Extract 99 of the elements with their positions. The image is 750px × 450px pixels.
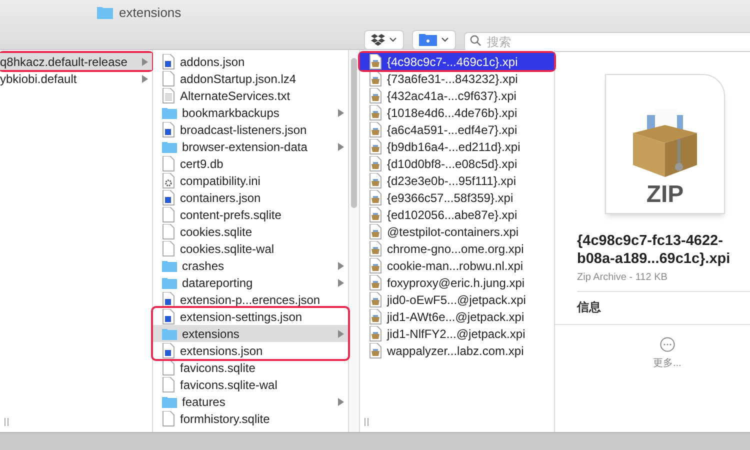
file-row[interactable]: cookies.sqlite-wal <box>153 240 348 257</box>
resize-handle-icon <box>4 418 9 426</box>
file-icon <box>162 206 175 222</box>
package-file-icon <box>369 156 382 172</box>
file-row[interactable]: bookmarkbackups <box>153 104 348 121</box>
file-row[interactable]: compatibility.ini <box>153 172 348 189</box>
file-row[interactable]: {1018e4d6...4de76b}.xpi <box>360 104 554 121</box>
more-icon[interactable] <box>660 337 675 352</box>
file-row[interactable]: broadcast-listeners.json <box>153 121 348 138</box>
package-file-icon <box>369 308 382 324</box>
file-row[interactable]: {4c98c9c7-...469c1c}.xpi <box>360 53 554 70</box>
package-file-icon <box>369 104 382 120</box>
folder-icon <box>162 106 177 118</box>
file-row[interactable]: {73a6fe31-...843232}.xpi <box>360 70 554 87</box>
gear-file-icon <box>162 172 175 188</box>
file-row[interactable]: q8hkacz.default-release <box>0 53 152 70</box>
file-row[interactable]: jid1-NlfFY2...@jetpack.xpi <box>360 325 554 342</box>
package-file-icon <box>369 274 382 290</box>
file-name: {4c98c9c7-fc13-4622-b08a-a189...69c1c}.xpi <box>577 232 732 268</box>
file-icon <box>162 70 175 86</box>
file-row[interactable]: jid0-oEwF5...@jetpack.xpi <box>360 291 554 308</box>
file-icon <box>162 156 175 172</box>
file-info: Zip Archive - 112 KB <box>577 271 668 285</box>
folder-icon <box>162 260 177 272</box>
text-file-icon <box>162 88 175 104</box>
file-icon <box>162 224 175 240</box>
file-row[interactable]: datareporting <box>153 274 348 291</box>
file-row[interactable]: favicons.sqlite <box>153 359 348 376</box>
package-file-icon <box>369 172 382 188</box>
folder-icon <box>162 140 177 152</box>
package-file-icon <box>369 54 382 70</box>
window-title: extensions <box>119 4 182 22</box>
file-row[interactable]: extensions.json <box>153 342 348 359</box>
file-row[interactable]: @testpilot-containers.xpi <box>360 223 554 240</box>
file-row[interactable]: cookies.sqlite <box>153 223 348 240</box>
file-row[interactable]: containers.json <box>153 189 348 206</box>
folder-icon <box>162 328 177 340</box>
file-row[interactable]: {a6c4a591-...edf4e7}.xpi <box>360 121 554 138</box>
folder-icon <box>162 276 177 288</box>
file-row[interactable]: {b9db16a4-...ed211d}.xpi <box>360 138 554 155</box>
file-icon <box>162 376 175 392</box>
file-row[interactable]: {ed102056...abe87e}.xpi <box>360 206 554 223</box>
document-icon <box>162 292 175 308</box>
file-row[interactable]: features <box>153 393 348 410</box>
file-row[interactable]: formhistory.sqlite <box>153 410 348 427</box>
file-type-label: ZIP <box>646 183 684 207</box>
package-file-icon <box>369 88 382 104</box>
scrollbar-thumb[interactable] <box>351 58 357 208</box>
package-file-icon <box>369 292 382 308</box>
file-row[interactable]: wappalyzer...labz.com.xpi <box>360 342 554 359</box>
package-file-icon <box>369 258 382 274</box>
package-file-icon <box>369 122 382 138</box>
dropbox-icon <box>371 34 385 46</box>
package-file-icon <box>369 326 382 342</box>
search-field[interactable]: 搜索 <box>464 32 750 52</box>
file-row[interactable]: ybkiobi.default <box>0 70 152 87</box>
file-icon <box>162 240 175 256</box>
file-row[interactable]: {432ac41a-...c9f637}.xpi <box>360 87 554 104</box>
file-row[interactable]: addons.json <box>153 53 348 70</box>
file-row[interactable]: AlternateServices.txt <box>153 87 348 104</box>
section-heading: 信息 <box>577 299 601 316</box>
file-row[interactable]: extension-p...erences.json <box>153 291 348 308</box>
package-file-icon <box>369 138 382 154</box>
document-icon <box>162 342 175 358</box>
document-icon <box>162 122 175 138</box>
file-row[interactable]: extension-settings.json <box>153 308 348 325</box>
file-row[interactable]: favicons.sqlite-wal <box>153 376 348 393</box>
file-row[interactable]: foxyproxy@eric.h.jung.xpi <box>360 274 554 291</box>
folder-icon <box>419 33 437 46</box>
file-row[interactable]: addonStartup.json.lz4 <box>153 70 348 87</box>
file-row[interactable]: content-prefs.sqlite <box>153 206 348 223</box>
folder-menu-button[interactable] <box>412 30 456 50</box>
chevron-down-icon <box>441 37 449 42</box>
file-row[interactable]: {d23e3e0b-...95f111}.xpi <box>360 172 554 189</box>
dropbox-menu-button[interactable] <box>364 30 404 50</box>
resize-handle-icon <box>364 418 369 426</box>
package-file-icon <box>369 240 382 256</box>
folder-icon <box>162 396 177 408</box>
file-row[interactable]: jid1-AWt6e...@jetpack.xpi <box>360 308 554 325</box>
file-row[interactable]: cookie-man...robwu.nl.xpi <box>360 257 554 274</box>
file-row[interactable]: browser-extension-data <box>153 138 348 155</box>
document-icon <box>162 308 175 324</box>
document-icon <box>162 190 175 206</box>
folder-icon <box>97 6 113 20</box>
package-file-icon <box>369 224 382 240</box>
file-row[interactable]: {d10d0bf8-...e08c5d}.xpi <box>360 155 554 172</box>
file-row[interactable]: crashes <box>153 257 348 274</box>
more-link[interactable]: 更多... <box>653 356 682 371</box>
file-row[interactable]: {e9366c57...58f359}.xpi <box>360 189 554 206</box>
chevron-down-icon <box>389 37 397 42</box>
package-file-icon <box>369 190 382 206</box>
file-row[interactable]: chrome-gno...ome.org.xpi <box>360 240 554 257</box>
document-icon <box>162 54 175 70</box>
package-file-icon <box>369 206 382 222</box>
file-icon <box>162 410 175 426</box>
package-file-icon <box>369 342 382 358</box>
search-icon <box>470 34 481 46</box>
file-row[interactable]: extensions <box>153 325 348 342</box>
file-row[interactable]: cert9.db <box>153 155 348 172</box>
